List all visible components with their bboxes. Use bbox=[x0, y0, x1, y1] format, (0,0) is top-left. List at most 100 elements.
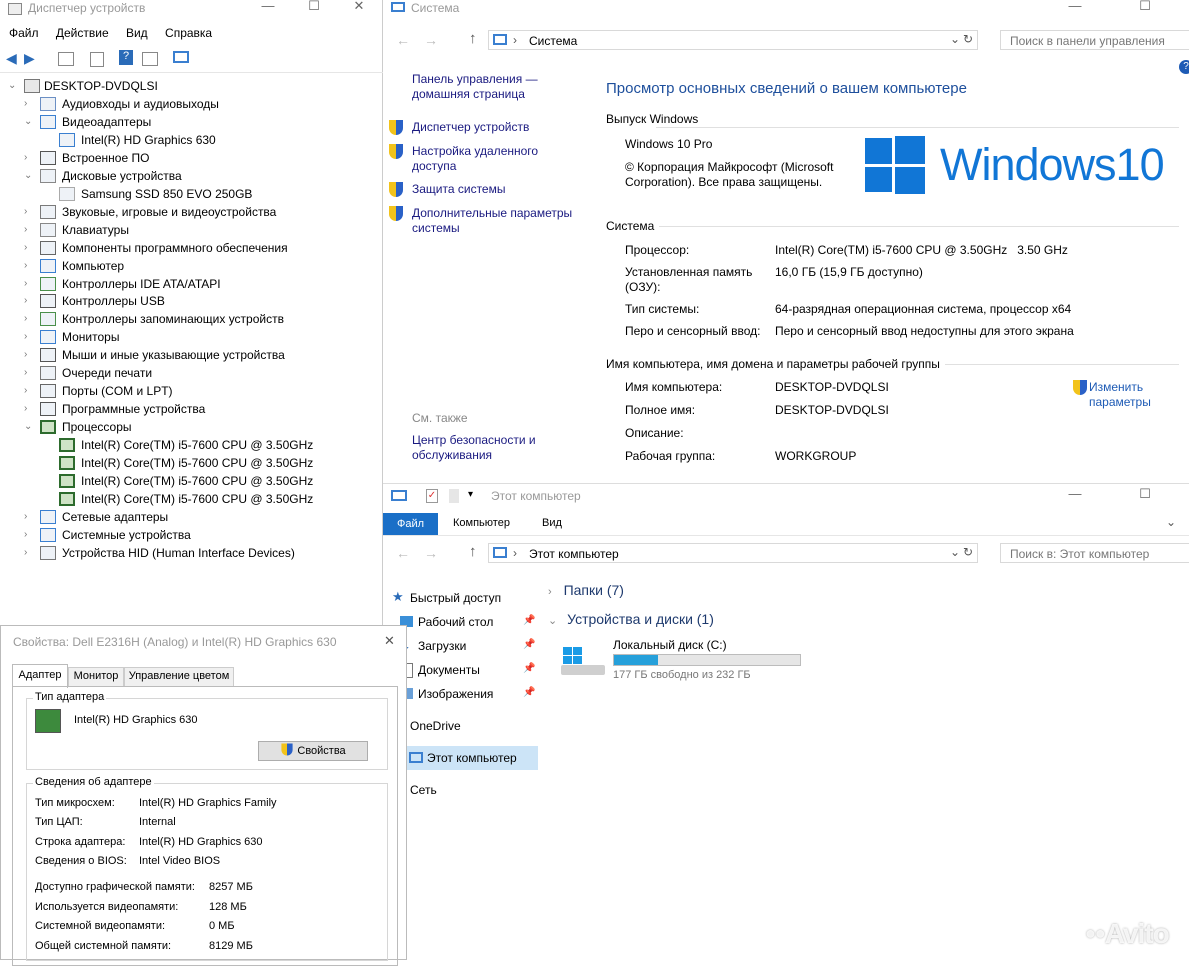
nav-documents[interactable]: Документы 📌 bbox=[401, 663, 535, 678]
chevron-right-icon[interactable]: › bbox=[24, 511, 34, 522]
tree-category[interactable]: ⌄ Дисковые устройства bbox=[0, 168, 380, 186]
devices-group[interactable]: ⌄ Устройства и диски (1) bbox=[548, 611, 714, 627]
tree-category[interactable]: › Устройства HID (Human Interface Devices… bbox=[0, 545, 380, 563]
tree-category[interactable]: › Порты (COM и LPT) bbox=[0, 383, 380, 401]
minimize-button[interactable]: — bbox=[1053, 0, 1097, 16]
tree-device[interactable]: Intel(R) HD Graphics 630 bbox=[0, 132, 380, 150]
minimize-button[interactable]: — bbox=[246, 0, 290, 16]
tree-category[interactable]: › Встроенное ПО bbox=[0, 150, 380, 168]
forward-arrow-icon[interactable]: ▶ bbox=[24, 50, 35, 67]
breadcrumb-this-pc[interactable]: Этот компьютер bbox=[529, 547, 619, 561]
chevron-down-icon[interactable]: ⌄ bbox=[24, 116, 34, 127]
menu-action[interactable]: Действие bbox=[56, 26, 109, 40]
pin-icon[interactable]: 📌 bbox=[523, 615, 535, 626]
menu-view[interactable]: Вид bbox=[126, 26, 148, 40]
tree-category[interactable]: › Аудиовходы и аудиовыходы bbox=[0, 96, 380, 114]
nav-quick-access[interactable]: ★ Быстрый доступ bbox=[392, 589, 501, 605]
chevron-right-icon[interactable]: › bbox=[24, 349, 34, 360]
up-button[interactable]: ↑ bbox=[469, 543, 477, 560]
close-button[interactable]: ✕ bbox=[337, 0, 381, 16]
back-arrow-icon[interactable]: ◀ bbox=[6, 50, 17, 67]
nav-device-manager[interactable]: Диспетчер устройств bbox=[389, 120, 559, 136]
chevron-right-icon[interactable]: › bbox=[24, 98, 34, 109]
minimize-button[interactable]: — bbox=[1053, 486, 1097, 504]
menu-help[interactable]: Справка bbox=[165, 26, 212, 40]
refresh-icon[interactable]: ↻ bbox=[963, 545, 973, 559]
help-toolbar-icon[interactable]: ? bbox=[119, 50, 133, 65]
forward-button[interactable]: → bbox=[424, 32, 438, 48]
tree-category[interactable]: › Компоненты программного обеспечения bbox=[0, 240, 380, 258]
drive-item-c[interactable]: Локальный диск (C:) 177 ГБ свободно из 2… bbox=[561, 637, 801, 683]
security-center-link[interactable]: Центр безопасности и обслуживания bbox=[412, 433, 547, 463]
nav-remote-settings[interactable]: Настройка удаленного доступа bbox=[389, 144, 559, 173]
chevron-right-icon[interactable]: › bbox=[24, 367, 34, 378]
chevron-right-icon[interactable]: › bbox=[24, 224, 34, 235]
refresh-icon[interactable]: ↻ bbox=[963, 32, 973, 46]
tree-category[interactable]: › Мониторы bbox=[0, 329, 380, 347]
folders-group[interactable]: › Папки (7) bbox=[548, 582, 624, 598]
monitor-toolbar-icon[interactable] bbox=[173, 51, 189, 63]
tab-monitor[interactable]: Монитор bbox=[68, 667, 124, 687]
nav-downloads[interactable]: ⬇Загрузки📌 bbox=[400, 638, 535, 653]
chevron-right-icon[interactable]: › bbox=[24, 260, 34, 271]
nav-network[interactable]: 🖧Сеть bbox=[392, 783, 437, 798]
tree-category[interactable]: › Контроллеры IDE ATA/ATAPI bbox=[0, 276, 380, 294]
forward-button[interactable]: → bbox=[424, 545, 438, 561]
properties-quick-icon[interactable]: ✓ bbox=[426, 489, 438, 503]
pin-icon[interactable]: 📌 bbox=[523, 639, 535, 650]
chevron-down-icon[interactable]: ⌄ bbox=[950, 545, 960, 559]
nav-home-link[interactable]: Панель управления — домашняя страница bbox=[412, 72, 552, 102]
search-input[interactable]: Поиск в: Этот компьютер bbox=[1010, 547, 1149, 561]
close-button[interactable]: ✕ bbox=[384, 633, 395, 649]
properties-button[interactable]: Свойства bbox=[258, 741, 368, 761]
pin-icon[interactable]: 📌 bbox=[523, 687, 535, 698]
tab-view[interactable]: Вид bbox=[542, 517, 562, 529]
nav-onedrive[interactable]: OneDrive bbox=[390, 719, 461, 733]
nav-advanced-settings[interactable]: Дополнительные параметры системы bbox=[389, 206, 572, 235]
tree-device[interactable]: Intel(R) Core(TM) i5-7600 CPU @ 3.50GHz bbox=[0, 491, 380, 509]
chevron-right-icon[interactable]: › bbox=[24, 385, 34, 396]
chevron-right-icon[interactable]: › bbox=[24, 331, 34, 342]
quick-access-dropdown-icon[interactable]: ▾ bbox=[468, 489, 473, 500]
tree-category[interactable]: ⌄ Процессоры bbox=[0, 419, 380, 437]
help-icon[interactable]: ? bbox=[1179, 60, 1189, 74]
chevron-right-icon[interactable]: › bbox=[24, 152, 34, 163]
scan-hardware-icon[interactable] bbox=[142, 52, 158, 66]
search-input[interactable]: Поиск в панели управления bbox=[1010, 34, 1165, 48]
maximize-button[interactable]: ☐ bbox=[1123, 0, 1167, 16]
tab-adapter[interactable]: Адаптер bbox=[12, 664, 68, 688]
tree-category[interactable]: › Звуковые, игровые и видеоустройства bbox=[0, 204, 380, 222]
chevron-right-icon[interactable]: › bbox=[24, 295, 34, 306]
up-button[interactable]: ↑ bbox=[469, 30, 477, 47]
address-bar[interactable]: › Этот компьютер ⌄ ↻ bbox=[488, 543, 978, 563]
address-bar[interactable]: › Система ⌄ ↻ bbox=[488, 30, 978, 50]
chevron-right-icon[interactable]: › bbox=[24, 313, 34, 324]
maximize-button[interactable]: ☐ bbox=[292, 0, 336, 16]
back-button[interactable]: ← bbox=[396, 545, 410, 561]
chevron-down-icon[interactable]: ⌄ bbox=[548, 615, 557, 627]
chevron-down-icon[interactable]: ⌄ bbox=[950, 32, 960, 46]
chevron-right-icon[interactable]: › bbox=[24, 278, 34, 289]
tree-device[interactable]: Samsung SSD 850 EVO 250GB bbox=[0, 186, 380, 204]
tab-color-management[interactable]: Управление цветом bbox=[124, 667, 234, 687]
chevron-right-icon[interactable]: › bbox=[24, 403, 34, 414]
tree-category[interactable]: › Очереди печати bbox=[0, 365, 380, 383]
chevron-right-icon[interactable]: › bbox=[24, 206, 34, 217]
maximize-button[interactable]: ☐ bbox=[1123, 486, 1167, 504]
chevron-right-icon[interactable]: › bbox=[24, 547, 34, 558]
pin-icon[interactable]: 📌 bbox=[523, 663, 535, 674]
chevron-down-icon[interactable]: ⌄ bbox=[24, 170, 34, 181]
chevron-right-icon[interactable]: › bbox=[548, 586, 552, 598]
tab-computer[interactable]: Компьютер bbox=[453, 517, 510, 529]
tree-category[interactable]: › Компьютер bbox=[0, 258, 380, 276]
chevron-down-icon[interactable]: ⌄ bbox=[24, 421, 34, 432]
tree-category[interactable]: › Клавиатуры bbox=[0, 222, 380, 240]
search-box[interactable]: Поиск в панели управления bbox=[1000, 30, 1189, 50]
back-button[interactable]: ← bbox=[396, 32, 410, 48]
chevron-down-icon[interactable]: ⌄ bbox=[1166, 515, 1176, 529]
chevron-down-icon[interactable]: ⌄ bbox=[8, 80, 18, 91]
tree-category[interactable]: › Контроллеры запоминающих устройств bbox=[0, 311, 380, 329]
tree-category[interactable]: › Сетевые адаптеры bbox=[0, 509, 380, 527]
nav-pictures[interactable]: Изображения 📌 bbox=[400, 687, 535, 701]
menu-file[interactable]: Файл bbox=[9, 26, 39, 40]
